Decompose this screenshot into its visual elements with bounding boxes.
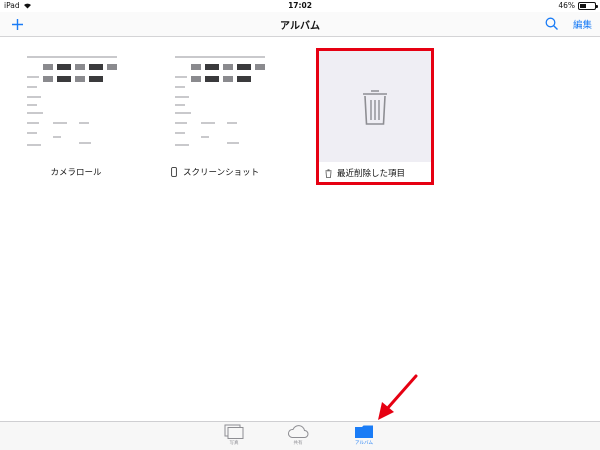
screenshot-preview [171,52,277,152]
album-folder-icon [355,425,373,438]
photos-icon [224,424,244,439]
status-time: 17:02 [288,1,312,10]
album-screenshots[interactable]: スクリーンショット [167,46,281,178]
nav-bar: アルバム 編集 [0,12,600,37]
phone-icon [171,167,177,177]
trash-icon [325,168,332,178]
album-recently-deleted[interactable]: 最近削除した項目 [316,48,434,185]
search-icon [545,17,558,30]
tab-photos[interactable]: 写真 [214,424,254,450]
album-thumbnail[interactable] [19,46,133,158]
album-camera-roll[interactable]: カメラロール [19,46,133,178]
tab-albums[interactable]: アルバム [344,424,384,450]
tab-label: 共有 [293,441,303,446]
cloud-icon [288,425,309,438]
tab-label: アルバム [355,441,373,446]
annotation-arrow [378,374,418,420]
trash-icon [363,89,387,125]
album-name: 最近削除した項目 [337,169,406,179]
battery-level [580,3,587,8]
battery-percent: 46% [558,1,575,10]
tab-bar: 写真 共有 アルバム [0,421,600,450]
album-thumbnail[interactable] [319,51,431,162]
album-name: スクリーンショット [183,168,260,178]
screenshot-preview [23,52,129,152]
edit-button[interactable]: 編集 [573,17,592,31]
tab-label: 写真 [229,441,239,446]
album-name: カメラロール [50,168,102,178]
tab-shared[interactable]: 共有 [278,424,318,450]
album-thumbnail[interactable] [167,46,281,158]
status-bar: iPad 17:02 46% [0,0,600,12]
battery-icon [578,1,598,10]
search-button[interactable] [544,16,560,32]
page-title: アルバム [280,21,320,32]
